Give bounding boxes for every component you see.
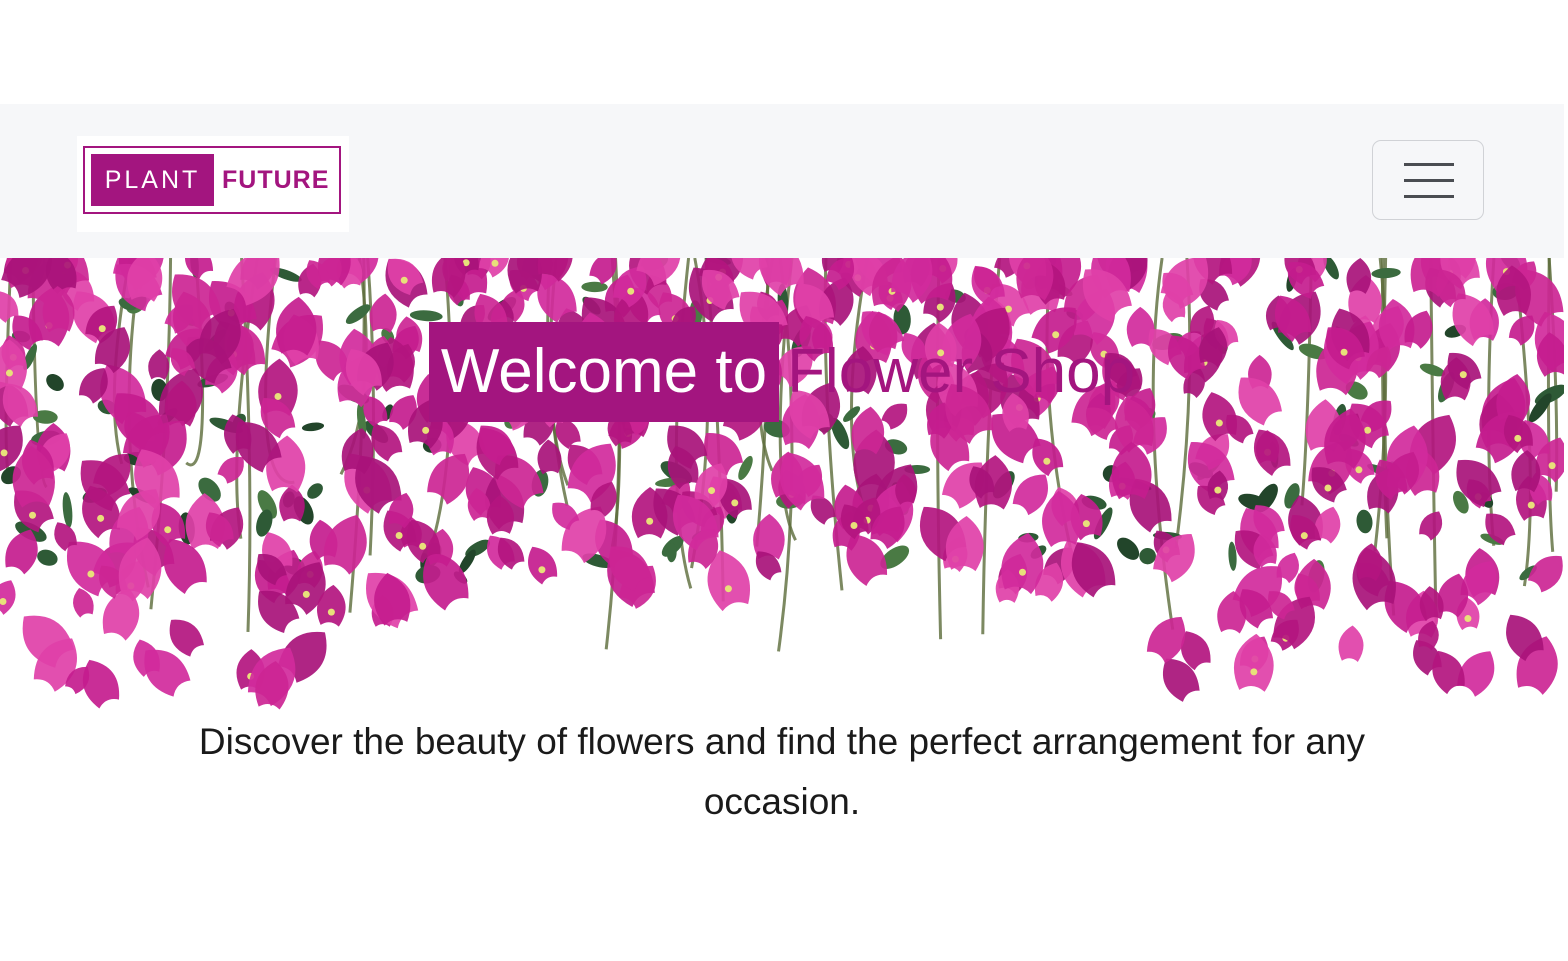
menu-toggle-button[interactable] [1372,140,1484,220]
brand-logo[interactable]: PLANT FUTURE [77,136,349,232]
logo-frame: PLANT FUTURE [83,146,341,214]
navbar: PLANT FUTURE [0,104,1564,258]
hero-subtitle: Discover the beauty of flowers and find … [198,721,1366,822]
hamburger-menu-icon [1404,163,1454,198]
hero-title: Welcome to Flower Shop [0,322,1564,422]
logo-word-plant: PLANT [91,154,214,206]
logo-word-future: FUTURE [222,166,330,194]
hero-title-highlight: Welcome to [428,322,780,422]
hero-title-rest: Flower Shop [787,337,1136,406]
